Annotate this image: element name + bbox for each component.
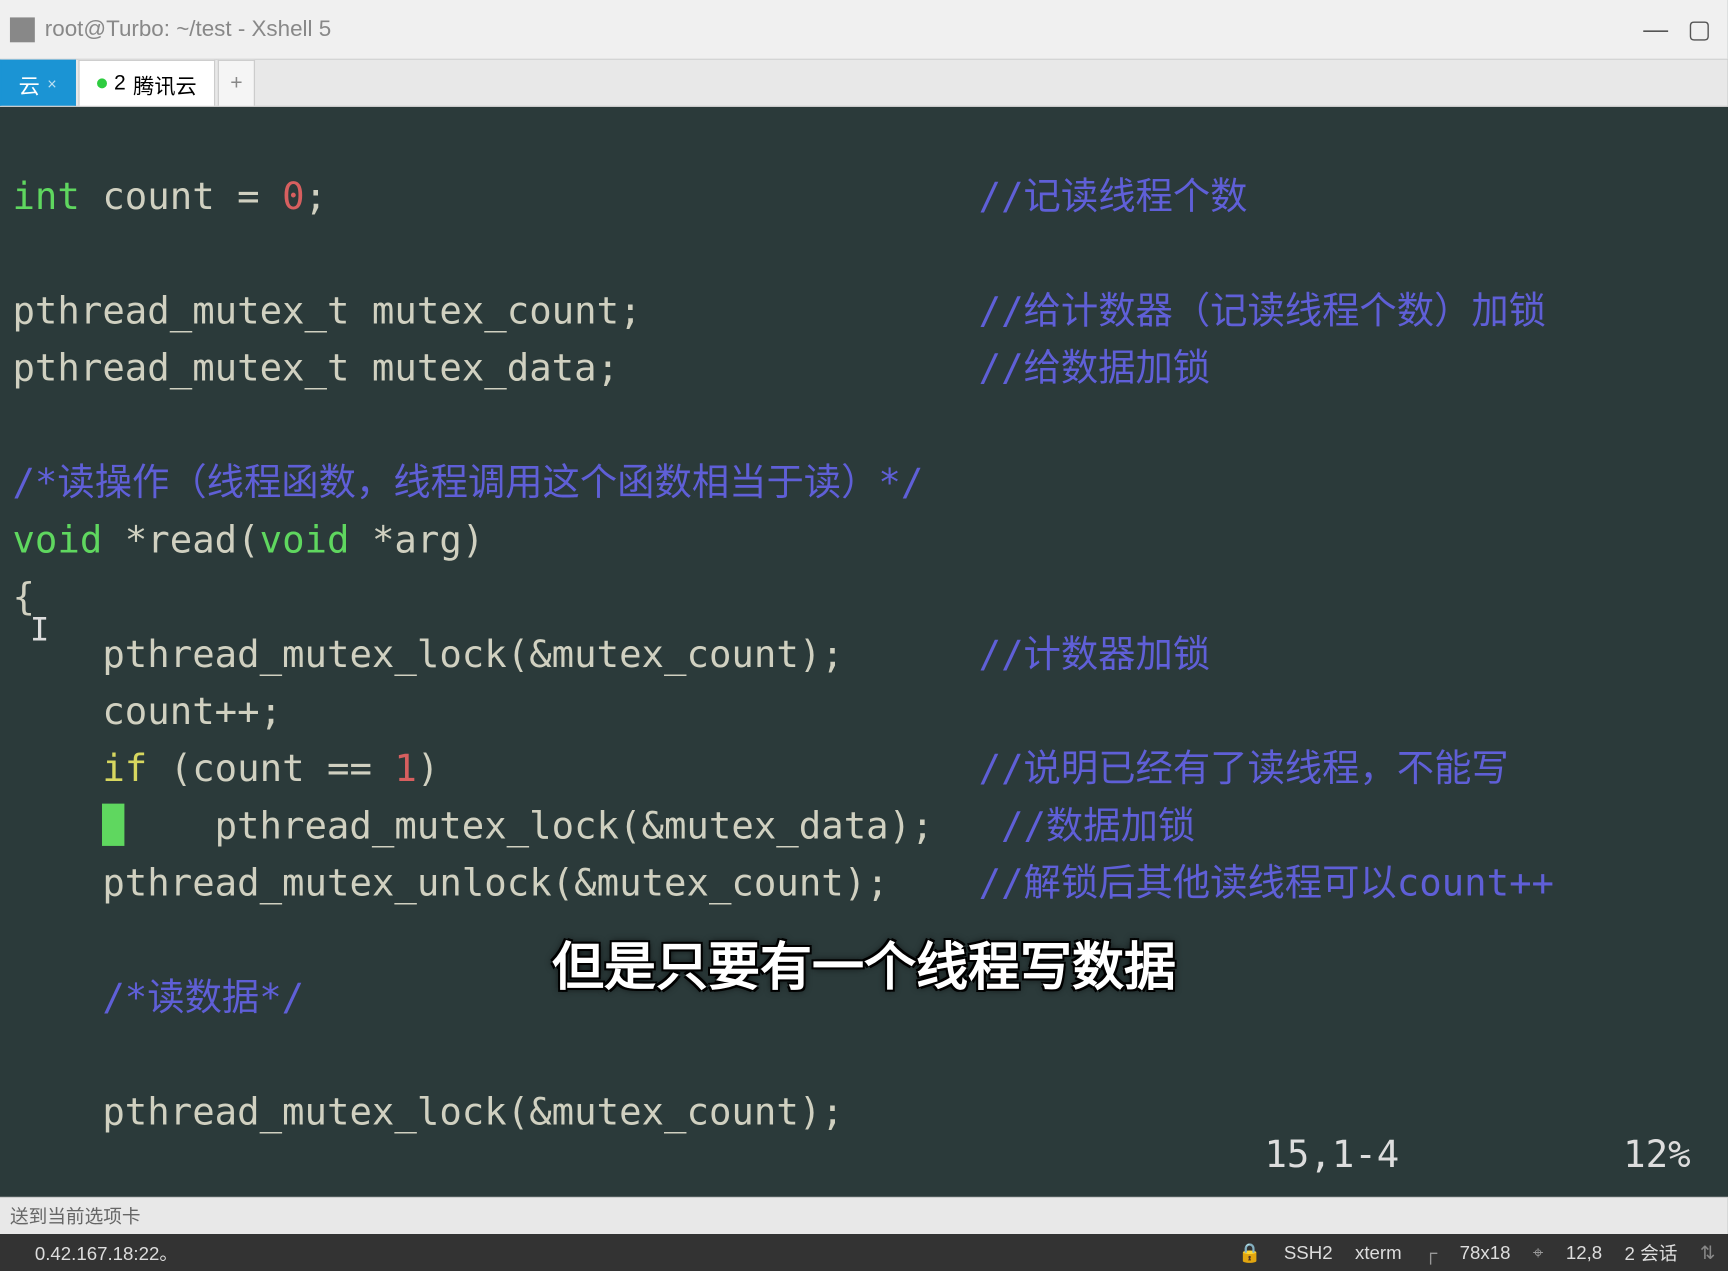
protocol-label: SSH2	[1284, 1242, 1333, 1263]
session-count: 2 会话	[1625, 1240, 1678, 1266]
footer-hint-bar: 送到当前选项卡	[0, 1197, 1728, 1234]
code-comment: //记读线程个数	[979, 175, 1248, 219]
tab-tencent-cloud[interactable]: 2 腾讯云	[78, 60, 215, 106]
term-type: xterm	[1355, 1242, 1402, 1263]
new-tab-button[interactable]: +	[218, 60, 255, 106]
maximize-button[interactable]: ▢	[1681, 14, 1718, 45]
window-controls: — ▢	[1637, 14, 1718, 45]
up-down-icon: ⇅	[1700, 1242, 1716, 1264]
status-dot-icon	[97, 78, 107, 88]
vim-scroll-pct: 12%	[1623, 1127, 1690, 1184]
window-titlebar: root@Turbo: ~/test - Xshell 5 — ▢	[0, 0, 1728, 60]
text-caret-icon: I	[30, 602, 49, 659]
status-bar: 0.42.167.18:22。 🔒 SSH2 xterm ┌78x18 ⌖12,…	[0, 1234, 1728, 1271]
tab-bar: 云 × 2 腾讯云 +	[0, 60, 1728, 107]
window-title: root@Turbo: ~/test - Xshell 5	[45, 16, 331, 42]
video-subtitle: 但是只要有一个线程写数据	[552, 925, 1176, 1000]
tab-cloud-1[interactable]: 云 ×	[0, 60, 75, 106]
minimize-button[interactable]: —	[1637, 16, 1674, 45]
lock-icon: 🔒	[1238, 1242, 1261, 1264]
terminal-cursor	[102, 804, 124, 846]
terminal-editor[interactable]: int count = 0; //记读线程个数 pthread_mutex_t …	[0, 107, 1728, 1197]
vim-status-line: 15,1-4 12%	[1264, 1127, 1690, 1184]
term-size: 78x18	[1460, 1242, 1511, 1263]
code-keyword: int	[12, 175, 79, 219]
vim-cursor-pos: 15,1-4	[1264, 1127, 1399, 1184]
cursor-coords: 12,8	[1566, 1242, 1602, 1263]
connection-address: 0.42.167.18:22。	[35, 1240, 178, 1266]
close-icon[interactable]: ×	[47, 74, 56, 93]
app-icon	[10, 17, 35, 42]
